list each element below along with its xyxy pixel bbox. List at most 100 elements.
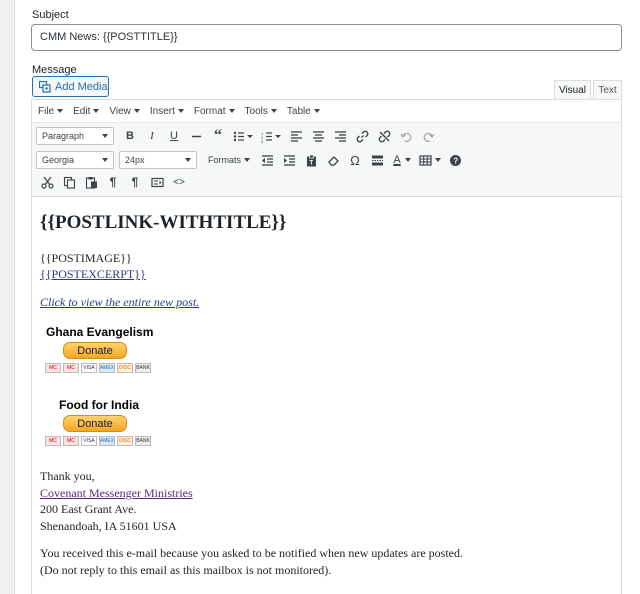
redo-button[interactable]: [417, 126, 439, 146]
maestro-icon: MC: [63, 363, 79, 373]
add-media-button[interactable]: Add Media: [32, 76, 109, 97]
paragraph-select[interactable]: Paragraph: [36, 127, 114, 145]
caret-icon: [93, 109, 100, 113]
help-button[interactable]: ?: [444, 150, 466, 170]
clipboard-icon: T: [306, 154, 316, 166]
source-code-button[interactable]: <>: [168, 172, 190, 192]
underline-button[interactable]: U: [163, 126, 185, 146]
caret-icon: [133, 109, 140, 113]
card-logos-ghana: MC MC VISA AMEX DISC BANK: [45, 363, 151, 373]
message-label: Message: [32, 64, 77, 76]
embed-icon: [150, 177, 164, 187]
maestro-icon: MC: [63, 436, 79, 446]
rtl-button[interactable]: ¶: [124, 172, 146, 192]
card-logos-india: MC MC VISA AMEX DISC BANK: [45, 436, 151, 446]
copy-button[interactable]: [58, 172, 80, 192]
menu-table[interactable]: Table: [287, 106, 320, 117]
undo-button[interactable]: [395, 126, 417, 146]
text-color-button[interactable]: A: [388, 150, 416, 170]
link-icon: [356, 130, 368, 142]
embed-media-button[interactable]: [146, 172, 168, 192]
indent-icon: [283, 154, 295, 166]
svg-text:?: ?: [453, 156, 458, 165]
tab-text[interactable]: Text: [593, 80, 622, 100]
caret-icon: [244, 158, 250, 162]
unlink-icon: [378, 130, 390, 142]
caret-icon: [57, 109, 64, 113]
caret-icon: [270, 109, 277, 113]
italic-button[interactable]: I: [141, 126, 163, 146]
read-more-icon: [371, 155, 383, 165]
post-heading: {{POSTLINK-WITHTITLE}}: [40, 212, 287, 233]
org-link[interactable]: Covenant Messenger Ministries: [40, 486, 193, 501]
bold-button[interactable]: B: [119, 126, 141, 146]
align-left-icon: [290, 130, 302, 142]
caret-icon: [313, 109, 320, 113]
donation-title-india: Food for India: [59, 398, 139, 412]
editor-menubar: File Edit View Insert Format Tools Table: [32, 100, 621, 123]
menu-tools[interactable]: Tools: [245, 106, 277, 117]
scissors-icon: [40, 176, 54, 189]
remove-link-button[interactable]: [373, 126, 395, 146]
font-family-select[interactable]: Georgia: [36, 151, 114, 169]
thanks-text: Thank you,: [40, 469, 95, 483]
footer-line-1: You received this e-mail because you ask…: [40, 546, 463, 560]
mastercard-icon: MC: [45, 436, 61, 446]
amex-icon: AMEX: [99, 436, 115, 446]
address-line-2: Shenandoah, IA 51601 USA: [40, 519, 177, 533]
caret-icon: [435, 158, 441, 162]
paste-icon: [85, 176, 97, 189]
tab-visual[interactable]: Visual: [554, 80, 591, 100]
font-size-select[interactable]: 24px: [119, 151, 197, 169]
caret-icon: [228, 109, 235, 113]
menu-format[interactable]: Format: [194, 106, 235, 117]
visa-icon: VISA: [81, 363, 97, 373]
hr-icon: [191, 135, 201, 137]
ltr-button[interactable]: ¶: [102, 172, 124, 192]
view-post-link[interactable]: Click to view the entire new post.: [40, 295, 199, 310]
donation-title-ghana: Ghana Evangelism: [46, 325, 154, 339]
table-icon: [419, 154, 432, 166]
discover-icon: DISC: [117, 436, 133, 446]
undo-icon: [399, 132, 411, 142]
align-center-button[interactable]: [307, 126, 329, 146]
numbered-list-button[interactable]: 123: [257, 126, 285, 146]
align-right-button[interactable]: [329, 126, 351, 146]
table-button[interactable]: [416, 150, 444, 170]
footer-line-2: (Do not reply to this email as this mail…: [40, 563, 332, 577]
editor-toolbar: Paragraph B I U “ 123 Georgia 24px Forma…: [32, 123, 621, 197]
post-image-tag: {{POSTIMAGE}}: [40, 251, 132, 265]
clear-formatting-button[interactable]: [322, 150, 344, 170]
bullet-list-icon: [233, 131, 253, 141]
eraser-icon: [327, 155, 339, 166]
insert-link-button[interactable]: [351, 126, 373, 146]
special-character-button[interactable]: Ω: [344, 150, 366, 170]
menu-insert[interactable]: Insert: [150, 106, 184, 117]
horizontal-line-button[interactable]: [185, 126, 207, 146]
read-more-button[interactable]: [366, 150, 388, 170]
donate-button-ghana[interactable]: Donate: [63, 342, 127, 359]
caret-icon: [177, 109, 184, 113]
align-left-button[interactable]: [285, 126, 307, 146]
svg-text:T: T: [309, 160, 313, 166]
menu-view[interactable]: View: [109, 106, 140, 117]
paste-text-button[interactable]: T: [300, 150, 322, 170]
menu-file[interactable]: File: [38, 106, 64, 117]
indent-button[interactable]: [278, 150, 300, 170]
help-icon: ?: [449, 154, 461, 166]
numbered-list-icon: 123: [261, 131, 281, 143]
post-excerpt-link[interactable]: {{POSTEXCERPT}}: [40, 267, 146, 282]
bank-icon: BANK: [135, 363, 151, 373]
caret-icon: [404, 158, 411, 162]
bullet-list-button[interactable]: [229, 126, 257, 146]
discover-icon: DISC: [117, 363, 133, 373]
donate-button-india[interactable]: Donate: [63, 415, 127, 432]
menu-edit[interactable]: Edit: [73, 106, 100, 117]
outdent-button[interactable]: [256, 150, 278, 170]
cut-button[interactable]: [36, 172, 58, 192]
formats-button[interactable]: Formats: [202, 150, 256, 170]
subject-input[interactable]: CMM News: {{POSTTITLE}}: [31, 24, 622, 51]
paste-button[interactable]: [80, 172, 102, 192]
blockquote-button[interactable]: “: [207, 126, 229, 146]
caret-icon: [185, 158, 191, 162]
